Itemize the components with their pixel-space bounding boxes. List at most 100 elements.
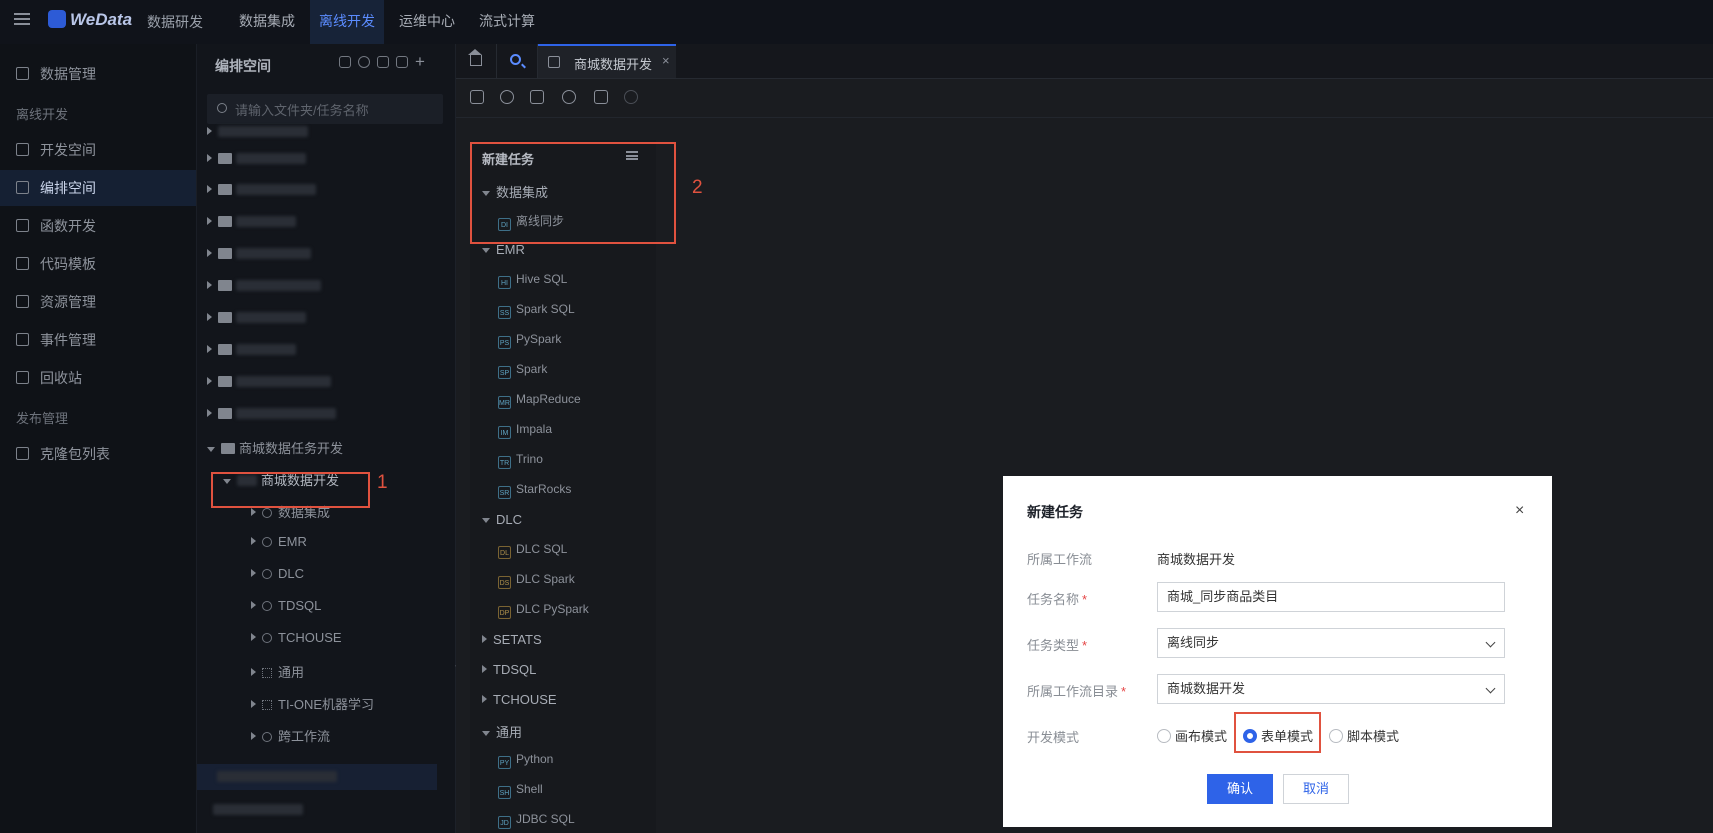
search-tab[interactable] — [497, 44, 538, 78]
home-tab[interactable] — [456, 44, 497, 78]
task-group-setats[interactable]: SETATS — [482, 632, 542, 647]
collapse-arrow-icon[interactable] — [207, 447, 215, 452]
task-group-tdsql[interactable]: TDSQL — [482, 662, 536, 677]
task-group-general[interactable]: 通用 — [482, 722, 522, 741]
tree-folder-row[interactable] — [213, 802, 303, 824]
new-folder-icon[interactable] — [396, 56, 408, 68]
task-item-starrocks[interactable]: SR StarRocks — [498, 482, 571, 499]
task-group-dlc[interactable]: DLC — [482, 512, 522, 527]
expand-arrow-icon[interactable] — [251, 601, 256, 609]
expand-arrow-icon[interactable] — [251, 700, 256, 708]
tree-folder-row[interactable] — [207, 214, 296, 236]
radio-circle[interactable] — [1157, 729, 1171, 743]
sidebar-item-dev-space[interactable]: 开发空间 — [0, 132, 196, 168]
task-item-hive-sql[interactable]: HI Hive SQL — [498, 272, 567, 289]
settings-icon[interactable] — [594, 90, 608, 104]
sidebar-item-clone-list[interactable]: 克隆包列表 — [0, 436, 196, 472]
collapse-arrow-icon[interactable] — [482, 248, 490, 253]
tree-folder-row[interactable] — [207, 124, 308, 146]
tree-folder-row[interactable] — [207, 374, 331, 396]
tree-parent-folder[interactable]: 商城数据任务开发 — [207, 438, 343, 460]
sidebar-item-data-management[interactable]: 数据管理 — [0, 56, 196, 92]
expand-arrow-icon[interactable] — [482, 665, 487, 673]
expand-arrow-icon[interactable] — [207, 409, 212, 417]
expand-arrow-icon[interactable] — [207, 377, 212, 385]
task-item-jdbc-sql[interactable]: JD JDBC SQL — [498, 812, 575, 829]
topnav-ops-center[interactable]: 运维中心 — [390, 0, 464, 44]
tree-folder-row[interactable] — [207, 310, 306, 332]
tree-child-tchouse[interactable]: TCHOUSE — [251, 630, 342, 652]
task-name-input[interactable]: 商城_同步商品类目 — [1157, 582, 1505, 612]
tree-child-dlc[interactable]: DLC — [251, 566, 304, 588]
expand-arrow-icon[interactable] — [251, 537, 256, 545]
add-icon[interactable]: + — [415, 53, 427, 70]
expand-arrow-icon[interactable] — [207, 313, 212, 321]
sidebar-item-orchestration[interactable]: 编排空间 — [0, 170, 196, 206]
cancel-button[interactable]: 取消 — [1283, 774, 1349, 804]
expand-arrow-icon[interactable] — [251, 569, 256, 577]
expand-arrow-icon[interactable] — [251, 508, 256, 516]
collapse-arrow-icon[interactable] — [482, 518, 490, 523]
topnav-stream-compute[interactable]: 流式计算 — [470, 0, 544, 44]
sidebar-item-event[interactable]: 事件管理 — [0, 322, 196, 358]
sidebar-item-code-template[interactable]: 代码模板 — [0, 246, 196, 282]
tree-folder-row[interactable] — [207, 182, 316, 204]
task-item-spark[interactable]: SP Spark — [498, 362, 547, 379]
tree-folder-row[interactable] — [207, 246, 311, 268]
task-item-spark-sql[interactable]: SS Spark SQL — [498, 302, 575, 319]
task-item-python[interactable]: PY Python — [498, 752, 553, 769]
import-icon[interactable] — [377, 56, 389, 68]
close-icon[interactable]: × — [1515, 502, 1524, 520]
expand-arrow-icon[interactable] — [207, 345, 212, 353]
refresh-icon[interactable] — [500, 90, 514, 104]
expand-arrow-icon[interactable] — [207, 154, 212, 162]
task-item-impala[interactable]: IM Impala — [498, 422, 552, 439]
submit-icon[interactable] — [470, 90, 484, 104]
tree-folder-row[interactable] — [207, 151, 306, 173]
sidebar-item-recycle-bin[interactable]: 回收站 — [0, 360, 196, 396]
tree-child-ti-one[interactable]: TI-ONE机器学习 — [251, 694, 374, 716]
tree-child-cross-workflow[interactable]: 跨工作流 — [251, 726, 330, 748]
collapse-arrow-icon[interactable] — [482, 731, 490, 736]
task-group-emr[interactable]: EMR — [482, 242, 525, 257]
hamburger-menu-icon[interactable] — [14, 13, 30, 25]
task-item-mapreduce[interactable]: MR MapReduce — [498, 392, 581, 409]
tab-workflow[interactable]: 商城数据开发 × — [538, 44, 676, 78]
expand-arrow-icon[interactable] — [207, 185, 212, 193]
task-group-tchouse[interactable]: TCHOUSE — [482, 692, 557, 707]
task-item-dlc-sql[interactable]: DL DLC SQL — [498, 542, 567, 559]
task-item-shell[interactable]: SH Shell — [498, 782, 543, 799]
expand-arrow-icon[interactable] — [251, 633, 256, 641]
topnav-data-integration[interactable]: 数据集成 — [230, 0, 304, 44]
expand-arrow-icon[interactable] — [482, 635, 487, 643]
params-icon[interactable] — [530, 90, 544, 104]
tree-search-input[interactable] — [233, 100, 437, 120]
tree-selected-row[interactable] — [197, 764, 437, 790]
task-item-dlc-pyspark[interactable]: DP DLC PySpark — [498, 602, 589, 619]
tab-close-icon[interactable]: × — [662, 53, 670, 68]
tree-folder-row[interactable] — [207, 342, 296, 364]
locate-icon[interactable] — [358, 56, 370, 68]
brand-logo[interactable]: WeData — [48, 10, 132, 30]
task-type-select[interactable]: 离线同步 — [1157, 628, 1505, 658]
workflow-dir-select[interactable]: 商城数据开发 — [1157, 674, 1505, 704]
tree-child-general[interactable]: 通用 — [251, 662, 304, 684]
expand-arrow-icon[interactable] — [251, 732, 256, 740]
expand-arrow-icon[interactable] — [207, 217, 212, 225]
sidebar-item-function-dev[interactable]: 函数开发 — [0, 208, 196, 244]
tree-folder-row[interactable] — [207, 278, 321, 300]
task-item-pyspark[interactable]: PS PySpark — [498, 332, 561, 349]
task-item-trino[interactable]: TR Trino — [498, 452, 543, 469]
refresh-icon[interactable] — [339, 56, 351, 68]
task-item-dlc-spark[interactable]: DS DLC Spark — [498, 572, 575, 589]
tree-child-emr[interactable]: EMR — [251, 534, 307, 556]
expand-arrow-icon[interactable] — [251, 668, 256, 676]
expand-arrow-icon[interactable] — [207, 127, 212, 135]
radio-circle[interactable] — [1329, 729, 1343, 743]
radio-script-mode[interactable]: 脚本模式 — [1329, 726, 1399, 745]
topnav-offline-dev[interactable]: 离线开发 — [310, 0, 384, 44]
confirm-button[interactable]: 确认 — [1207, 774, 1273, 804]
expand-arrow-icon[interactable] — [207, 249, 212, 257]
expand-arrow-icon[interactable] — [207, 281, 212, 289]
module-name[interactable]: 数据研发 — [147, 12, 203, 32]
